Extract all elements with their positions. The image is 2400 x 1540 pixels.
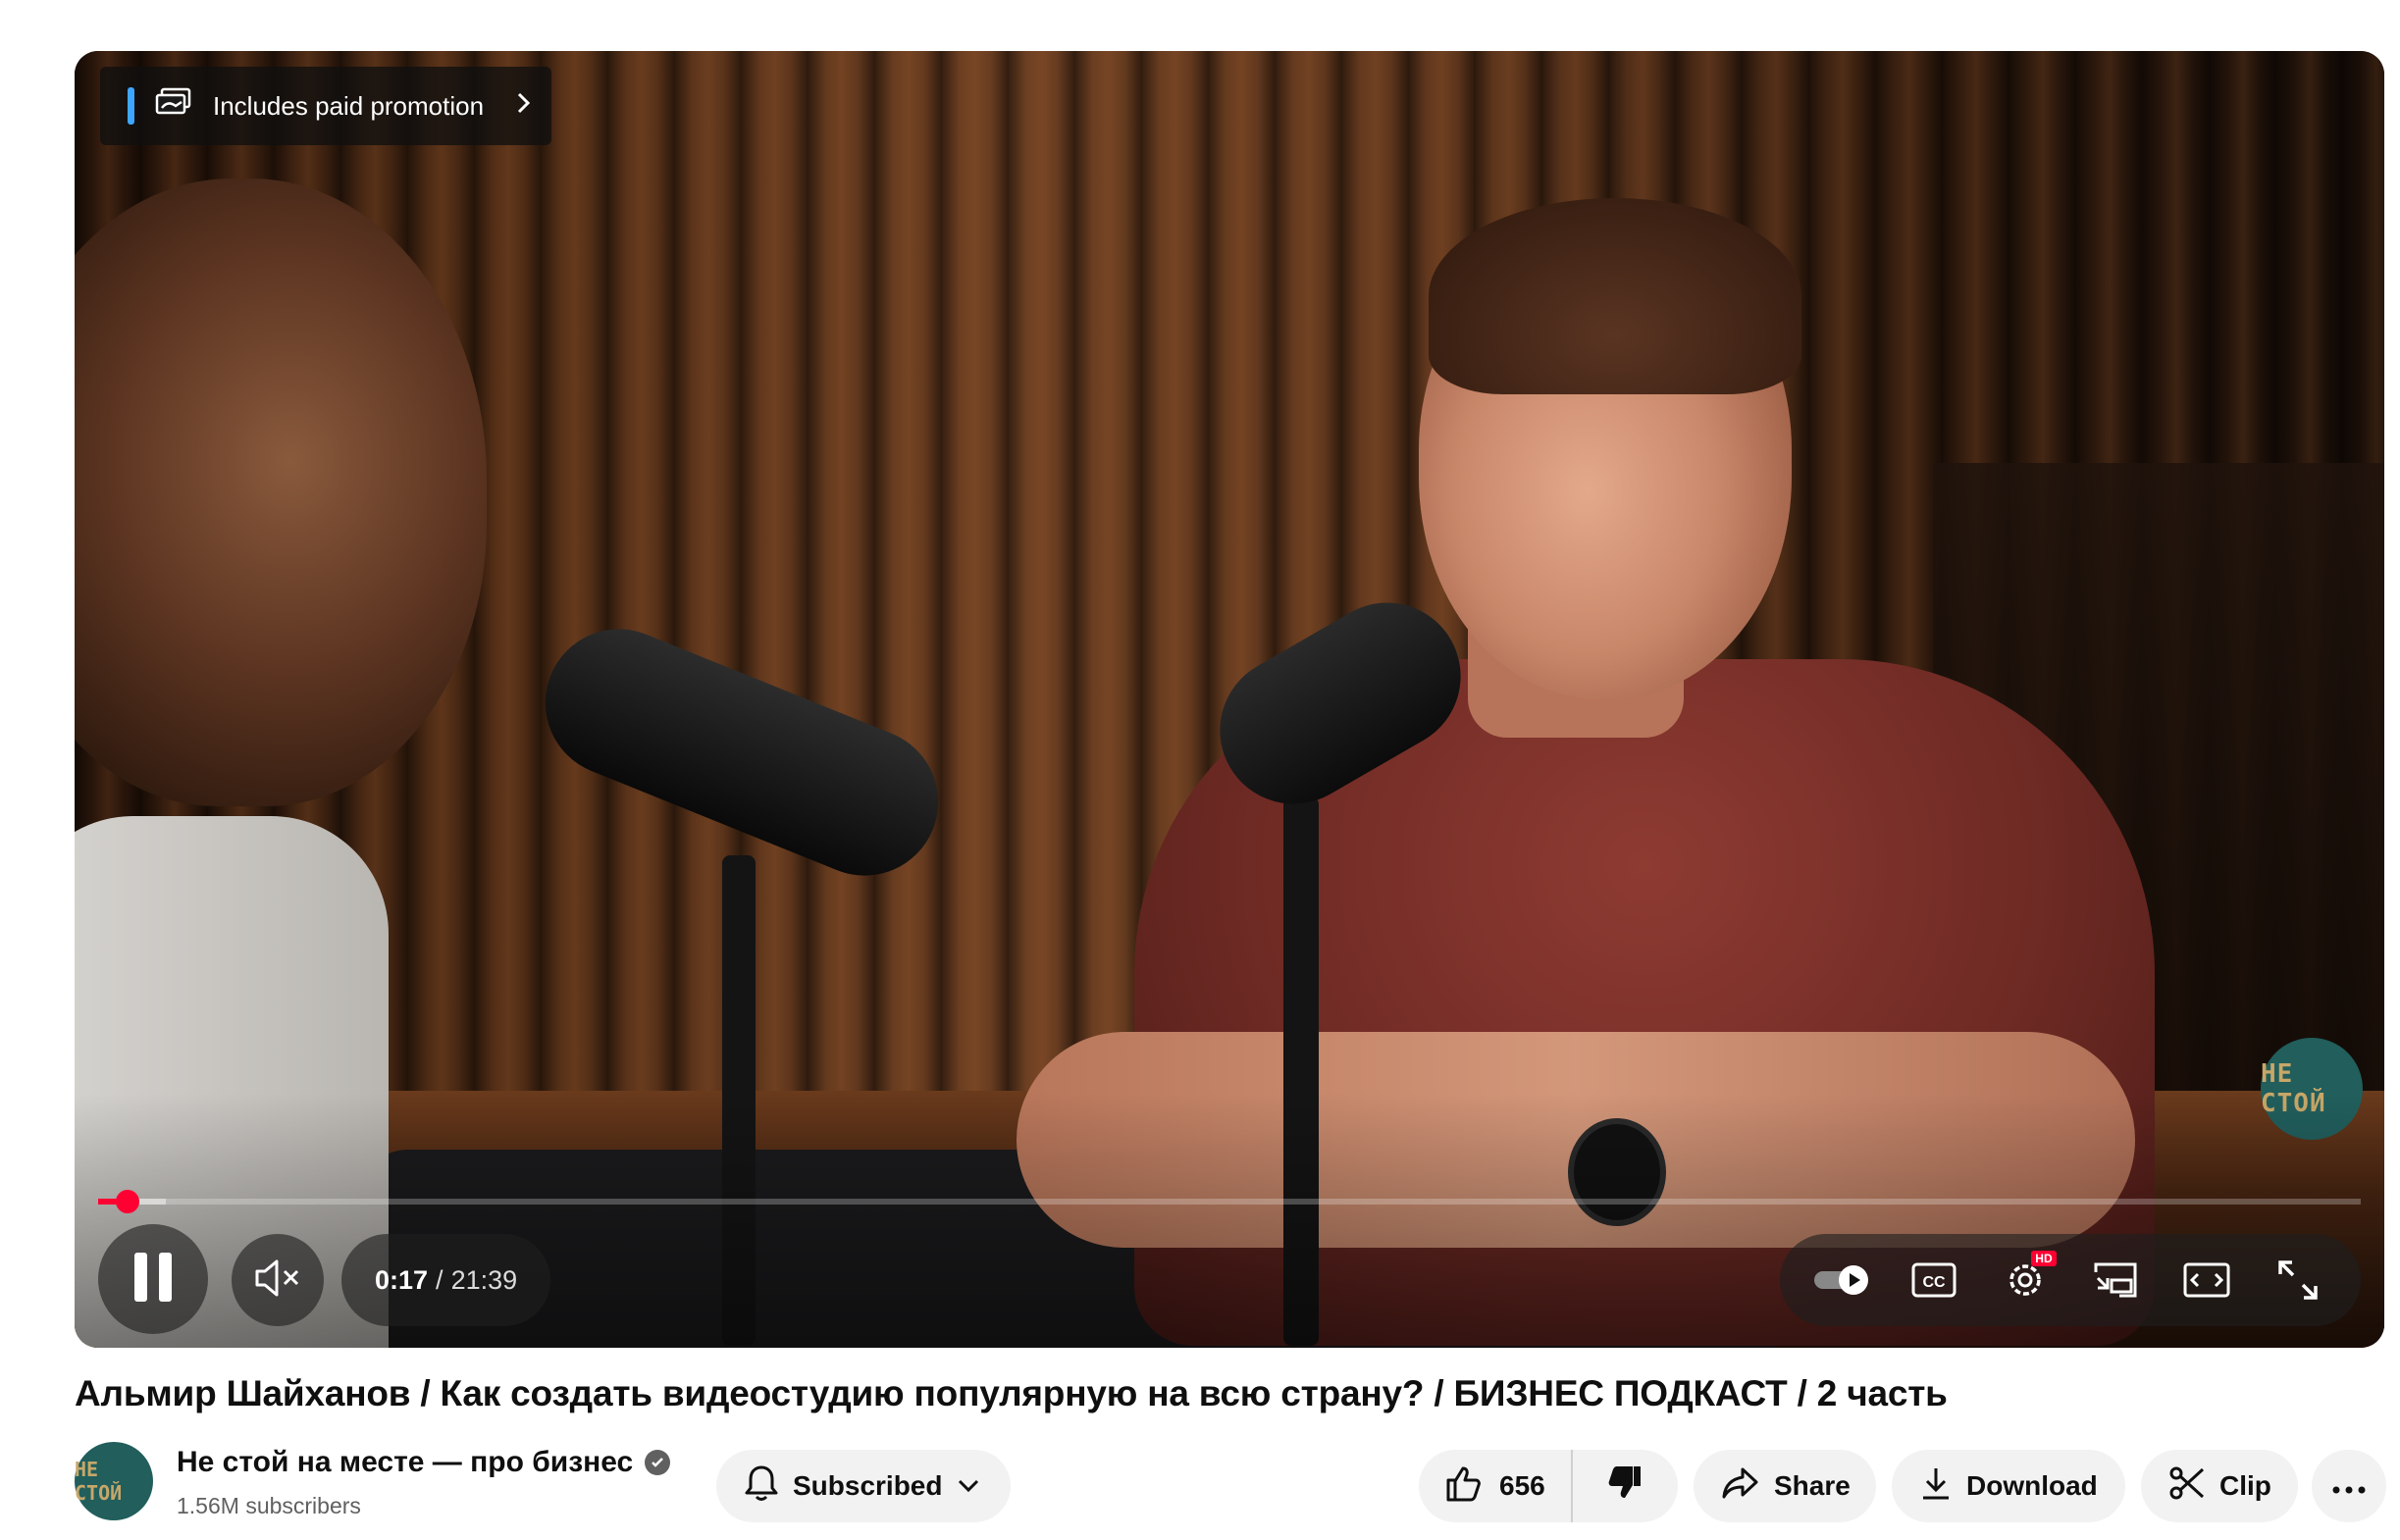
download-icon [1919, 1465, 1953, 1508]
dislike-button[interactable] [1573, 1450, 1678, 1522]
paid-promotion-label: Includes paid promotion [213, 90, 485, 121]
hd-badge: HD [2031, 1251, 2057, 1266]
right-controls: CC HD [1780, 1234, 2361, 1326]
like-button[interactable]: 656 [1419, 1450, 1573, 1522]
promo-accent-bar [128, 87, 134, 125]
bell-icon [744, 1463, 779, 1510]
theater-mode-icon[interactable] [2171, 1245, 2242, 1315]
autoplay-toggle-icon[interactable] [1807, 1245, 1878, 1315]
verified-badge-icon [645, 1450, 671, 1475]
like-count: 656 [1499, 1470, 1545, 1501]
fullscreen-icon[interactable] [2263, 1245, 2333, 1315]
download-button[interactable]: Download [1892, 1450, 2125, 1522]
scissors-icon [2168, 1464, 2206, 1509]
share-arrow-icon [1721, 1465, 1760, 1508]
subscribed-button[interactable]: Subscribed [716, 1450, 1011, 1522]
guest-hair [1429, 198, 1801, 394]
like-dislike-group: 656 [1419, 1450, 1678, 1522]
clip-label: Clip [2219, 1470, 2271, 1501]
share-button[interactable]: Share [1694, 1450, 1876, 1522]
thumbs-down-icon [1605, 1463, 1644, 1510]
time-separator: / [436, 1264, 443, 1295]
chevron-down-icon [956, 1470, 981, 1502]
muted-speaker-icon [253, 1257, 302, 1305]
channel-name-row[interactable]: Не стой на месте — про бизнес [177, 1446, 671, 1479]
settings-gear-icon[interactable]: HD [1990, 1245, 2061, 1315]
mute-button[interactable] [232, 1234, 324, 1326]
subscriber-count: 1.56M subscribers [177, 1493, 361, 1518]
paid-promotion-chip[interactable]: Includes paid promotion [100, 67, 551, 145]
more-horizontal-icon [2331, 1470, 2367, 1502]
duration: 21:39 [450, 1264, 518, 1295]
miniplayer-icon[interactable] [2080, 1245, 2151, 1315]
closed-captions-icon[interactable]: CC [1899, 1245, 1969, 1315]
time-display: 0:17 / 21:39 [341, 1234, 551, 1326]
pause-icon [130, 1251, 176, 1309]
share-label: Share [1774, 1470, 1851, 1501]
video-frame: НЕ СТОЙ [75, 51, 2384, 1348]
download-label: Download [1966, 1470, 2098, 1501]
channel-name[interactable]: Не стой на месте — про бизнес [177, 1446, 633, 1479]
progress-scrubber[interactable] [115, 1190, 139, 1213]
svg-text:CC: CC [1922, 1274, 1946, 1291]
chevron-right-icon [514, 89, 534, 124]
subscribed-label: Subscribed [793, 1470, 943, 1501]
pause-button[interactable] [98, 1224, 208, 1334]
paid-promotion-icon [154, 86, 193, 127]
channel-avatar[interactable]: НЕ СТОЙ [75, 1442, 153, 1520]
more-actions-button[interactable] [2312, 1450, 2386, 1522]
current-time: 0:17 [375, 1264, 429, 1295]
video-player[interactable]: НЕ СТОЙ Includes paid promotion [75, 51, 2384, 1348]
video-title: Альмир Шайханов / Как создать видеостуди… [75, 1373, 1948, 1413]
progress-bar[interactable] [98, 1190, 2361, 1213]
thumbs-up-icon [1444, 1463, 1484, 1510]
clip-button[interactable]: Clip [2141, 1450, 2298, 1522]
